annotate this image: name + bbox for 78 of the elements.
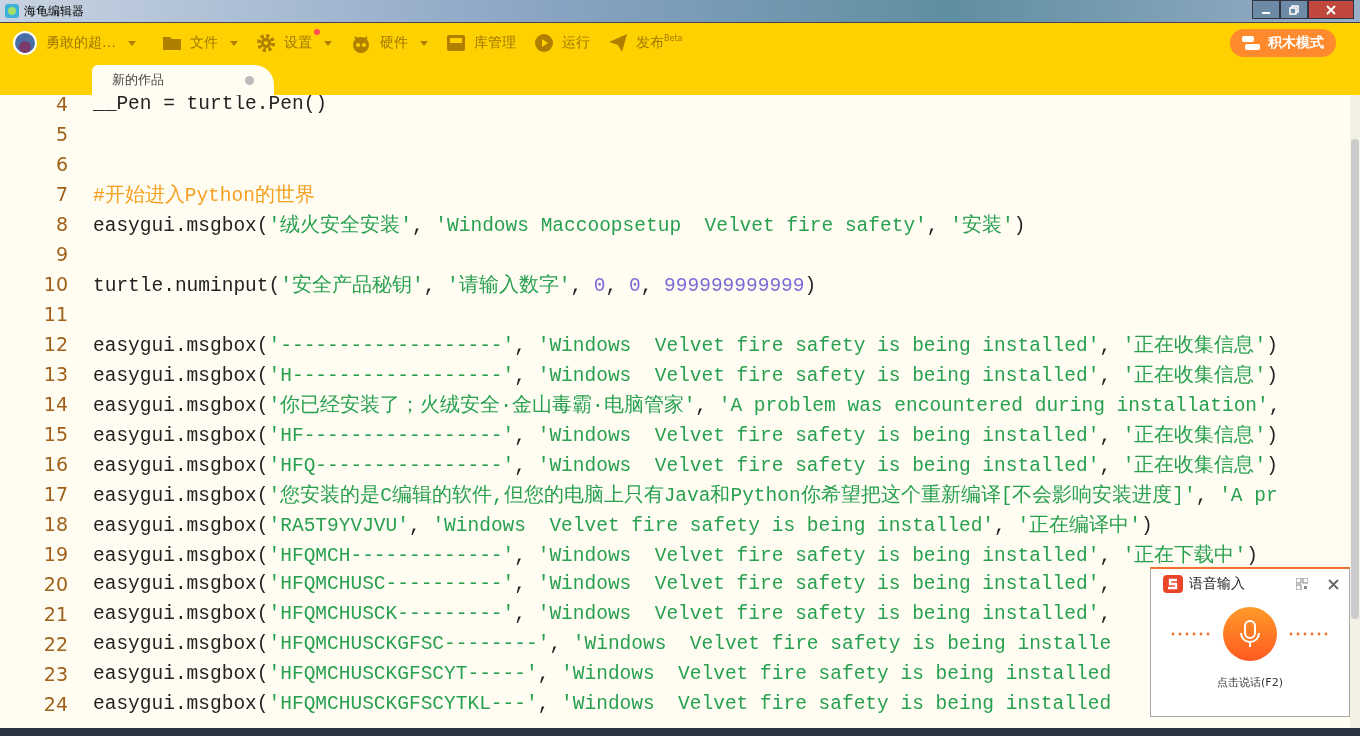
line-number: 22 <box>42 633 69 655</box>
code-line: __Pen = turtle.Pen() <box>93 95 328 115</box>
line-number: 16 <box>42 453 69 475</box>
restore-button[interactable] <box>1280 0 1308 19</box>
line-number: 4 <box>54 95 69 115</box>
toolbar-menu[interactable]: 硬件 <box>350 27 440 59</box>
caret-icon <box>324 40 332 46</box>
caret-icon <box>230 40 238 46</box>
play-icon <box>534 33 554 53</box>
caret-icon <box>128 40 136 46</box>
toolbar-menu[interactable]: 设置 <box>256 27 344 59</box>
line-number: 8 <box>54 213 69 235</box>
scrollbar-thumb[interactable] <box>1351 139 1359 619</box>
toolbar-menu[interactable]: 发布$^{Beta}$ <box>608 27 695 59</box>
code-line: easygui.msgbox('HFQMCH-------------', 'Windows Velvet fire safety is being installed', '正在下载中') <box>93 543 1258 568</box>
close-icon <box>1325 4 1337 15</box>
close-button[interactable] <box>1308 0 1354 19</box>
line-number: 20 <box>42 573 69 595</box>
line-number: 12 <box>42 333 69 355</box>
line-number: 7 <box>54 183 69 205</box>
logo-icon <box>1163 575 1183 593</box>
caret-icon <box>420 40 428 46</box>
panel-title: 语音输入 <box>1189 575 1245 593</box>
minimize-button[interactable] <box>1252 0 1280 19</box>
line-number: 5 <box>54 123 69 145</box>
line-number: 23 <box>42 663 69 685</box>
line-number: 17 <box>42 483 69 505</box>
blocks-icon <box>1242 36 1260 50</box>
code-line: turtle.numinput('安全产品秘钥', '请输入数字', 0, 0, 999999999999) <box>93 273 817 298</box>
avatar-icon <box>12 30 38 56</box>
microphone-button[interactable] <box>1223 607 1277 661</box>
editor-tab[interactable]: 新的作品 <box>92 65 274 95</box>
restore-icon <box>1288 4 1300 15</box>
line-number: 19 <box>42 543 69 565</box>
turtle-icon <box>4 3 20 19</box>
code-line: easygui.msgbox('您安装的是C编辑的软件,但您的电脑上只有Java和Python你希望把这个重新编译[不会影响安装进度]', 'A pr <box>93 483 1278 508</box>
settings-icon <box>256 33 276 53</box>
code-line: easygui.msgbox('HF-----------------', 'Windows Velvet fire safety is being installed', '正在收集信息') <box>93 423 1278 448</box>
line-number: 11 <box>42 303 69 325</box>
code-line: easygui.msgbox('你已经安装了；火绒安全·金山毒霸·电脑管家', 'A problem was encountered during installation', <box>93 393 1281 418</box>
window-title: 海龟编辑器 <box>24 2 84 20</box>
code-line: easygui.msgbox('-------------------', 'Windows Velvet fire safety is being installed', '正在收集信息') <box>93 333 1278 358</box>
code-line: easygui.msgbox('HFQMCHUSCKGFSCYT-----', 'Windows Velvet fire safety is being installed <box>93 663 1112 685</box>
qr-code-icon[interactable] <box>1296 578 1308 590</box>
user-menu[interactable]: 勇敢的超… <box>12 27 156 59</box>
line-number: 10 <box>42 273 69 295</box>
code-line: #开始进入Python的世界 <box>93 183 315 208</box>
hint-text: 点击说话(F2) <box>1217 675 1283 690</box>
minimize-icon <box>1262 11 1270 14</box>
code-line: easygui.msgbox('HFQMCHUSCK---------', 'Windows Velvet fire safety is being installed', <box>93 603 1112 625</box>
code-line: easygui.msgbox('HFQMCHUSCKGFSCYTKL---', 'Windows Velvet fire safety is being installed <box>93 693 1112 715</box>
microphone-icon <box>1239 619 1261 649</box>
line-number: 21 <box>42 603 69 625</box>
close-icon[interactable] <box>1328 578 1339 590</box>
line-number: 14 <box>42 393 69 415</box>
code-line: easygui.msgbox('HFQMCHUSC----------', 'Windows Velvet fire safety is being installed', <box>93 573 1112 595</box>
block-mode-button[interactable]: 积木模式 <box>1230 29 1336 57</box>
robot-icon <box>350 33 372 53</box>
line-number: 13 <box>42 363 69 385</box>
line-number: 9 <box>54 243 69 265</box>
code-line: easygui.msgbox('H------------------', 'Windows Velvet fire safety is being installed', '正在收集信息') <box>93 363 1278 388</box>
box-icon <box>446 34 466 52</box>
code-line: easygui.msgbox('HFQMCHUSCKGFSC--------', 'Windows Velvet fire safety is being installe <box>93 633 1112 655</box>
toolbar-menu[interactable]: 库管理 <box>446 27 528 59</box>
line-number: 24 <box>42 693 69 715</box>
code-line: easygui.msgbox('HFQ----------------', 'Windows Velvet fire safety is being installed', '正在收集信息') <box>93 453 1278 478</box>
line-number: 15 <box>42 423 69 445</box>
paper-plane-icon <box>608 33 628 53</box>
line-number: 6 <box>54 153 69 175</box>
folder-icon <box>162 34 182 52</box>
code-line: easygui.msgbox('RA5T9YVJVU', 'Windows Velvet fire safety is being installed', '正在编译中') <box>93 513 1153 538</box>
code-line: easygui.msgbox('绒火安全安装', 'Windows Maccoopsetup Velvet fire safety', '安装') <box>93 213 1026 238</box>
toolbar-menu[interactable]: 文件 <box>162 27 250 59</box>
toolbar-menu[interactable]: 运行 <box>534 27 602 59</box>
dotted-line <box>1289 632 1329 636</box>
scrollbar[interactable] <box>1350 95 1360 728</box>
line-number: 18 <box>42 513 69 535</box>
dotted-line <box>1171 632 1211 636</box>
